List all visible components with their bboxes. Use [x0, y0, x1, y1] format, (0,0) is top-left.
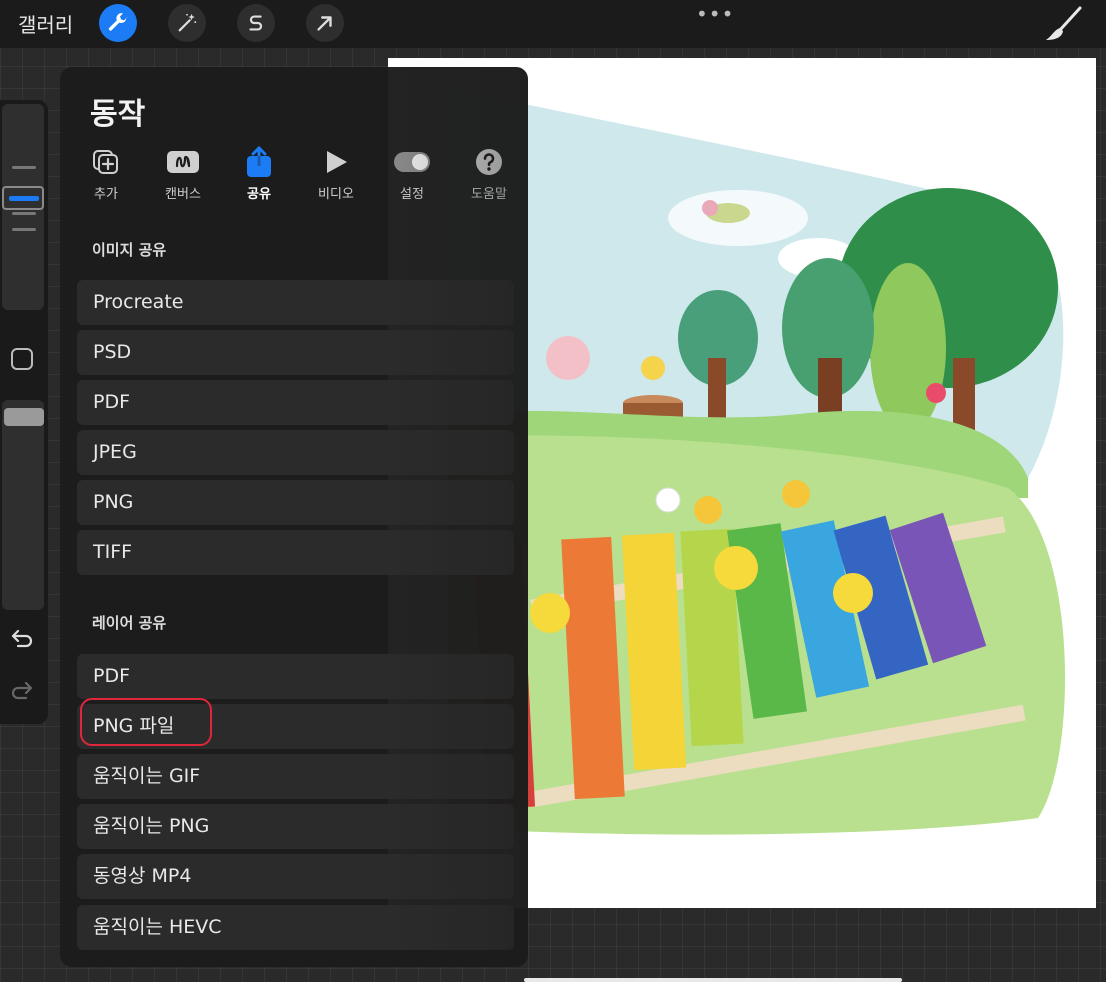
- modify-button[interactable]: [11, 348, 33, 370]
- top-toolbar: 갤러리 •••: [0, 0, 1106, 48]
- layer-option-animated-hevc[interactable]: 움직이는 HEVC: [77, 905, 514, 950]
- adjustments-button[interactable]: [168, 4, 206, 42]
- actions-tabs: 추가 캔버스 공유 비디오 설정 도움말: [74, 145, 524, 205]
- share-option-procreate[interactable]: Procreate: [77, 280, 514, 325]
- tab-help-label: 도움말: [471, 187, 507, 202]
- share-option-pdf[interactable]: PDF: [77, 380, 514, 425]
- magic-wand-icon: [178, 13, 197, 32]
- paintbrush-icon: [1046, 6, 1082, 40]
- gallery-link[interactable]: 갤러리: [18, 9, 73, 38]
- toggle-icon: [394, 152, 430, 172]
- layer-option-animated-png[interactable]: 움직이는 PNG: [77, 804, 514, 849]
- size-tick: [12, 228, 36, 231]
- share-option-png[interactable]: PNG: [77, 480, 514, 525]
- tab-settings-label: 설정: [400, 187, 424, 202]
- size-slider-handle[interactable]: [2, 186, 44, 210]
- add-image-icon: [93, 150, 118, 174]
- share-option-jpeg[interactable]: JPEG: [77, 430, 514, 475]
- share-option-tiff[interactable]: TIFF: [77, 530, 514, 575]
- tab-add-label: 추가: [94, 187, 118, 202]
- image-share-heading: 이미지 공유: [92, 241, 167, 259]
- highlight-annotation: [80, 698, 212, 746]
- brush-tool-button[interactable]: [1040, 4, 1084, 44]
- panel-title: 동작: [90, 97, 146, 132]
- home-indicator: [524, 978, 902, 982]
- share-option-psd[interactable]: PSD: [77, 330, 514, 375]
- tab-share[interactable]: 공유: [219, 145, 299, 205]
- transform-button[interactable]: [306, 4, 344, 42]
- share-icon: [247, 146, 271, 177]
- tab-add[interactable]: 추가: [66, 145, 146, 205]
- opacity-slider[interactable]: [2, 400, 44, 610]
- brush-size-slider[interactable]: [2, 104, 44, 310]
- tab-canvas[interactable]: 캔버스: [143, 145, 223, 205]
- actions-wrench-button[interactable]: [99, 4, 137, 42]
- undo-button[interactable]: [10, 628, 34, 652]
- redo-icon: [11, 681, 33, 700]
- layer-option-animated-gif[interactable]: 움직이는 GIF: [77, 754, 514, 799]
- left-sidebar: [0, 100, 48, 724]
- tab-video-label: 비디오: [318, 187, 354, 202]
- layer-share-heading: 레이어 공유: [92, 614, 167, 632]
- size-tick: [12, 166, 36, 169]
- size-tick: [12, 212, 36, 215]
- tab-canvas-label: 캔버스: [165, 187, 201, 202]
- tab-share-label: 공유: [247, 187, 271, 202]
- opacity-slider-handle[interactable]: [4, 408, 44, 426]
- arrow-transform-icon: [317, 16, 332, 31]
- actions-panel: 동작 추가 캔버스 공유 비디오 설정 도움말 이미지 공유 Procreate…: [60, 67, 528, 967]
- selection-button[interactable]: [237, 4, 275, 42]
- help-icon: [476, 149, 502, 175]
- layer-option-video-mp4[interactable]: 동영상 MP4: [77, 854, 514, 899]
- tab-help[interactable]: 도움말: [449, 145, 529, 205]
- wrench-icon: [108, 13, 128, 31]
- tab-settings[interactable]: 설정: [372, 145, 452, 205]
- layer-option-pdf[interactable]: PDF: [77, 654, 514, 699]
- selection-s-icon: [249, 15, 263, 31]
- play-icon: [327, 151, 347, 173]
- more-menu-dots[interactable]: •••: [696, 2, 734, 26]
- redo-button[interactable]: [10, 680, 34, 704]
- tab-video[interactable]: 비디오: [296, 145, 376, 205]
- undo-icon: [11, 629, 33, 648]
- canvas-icon: [167, 151, 199, 173]
